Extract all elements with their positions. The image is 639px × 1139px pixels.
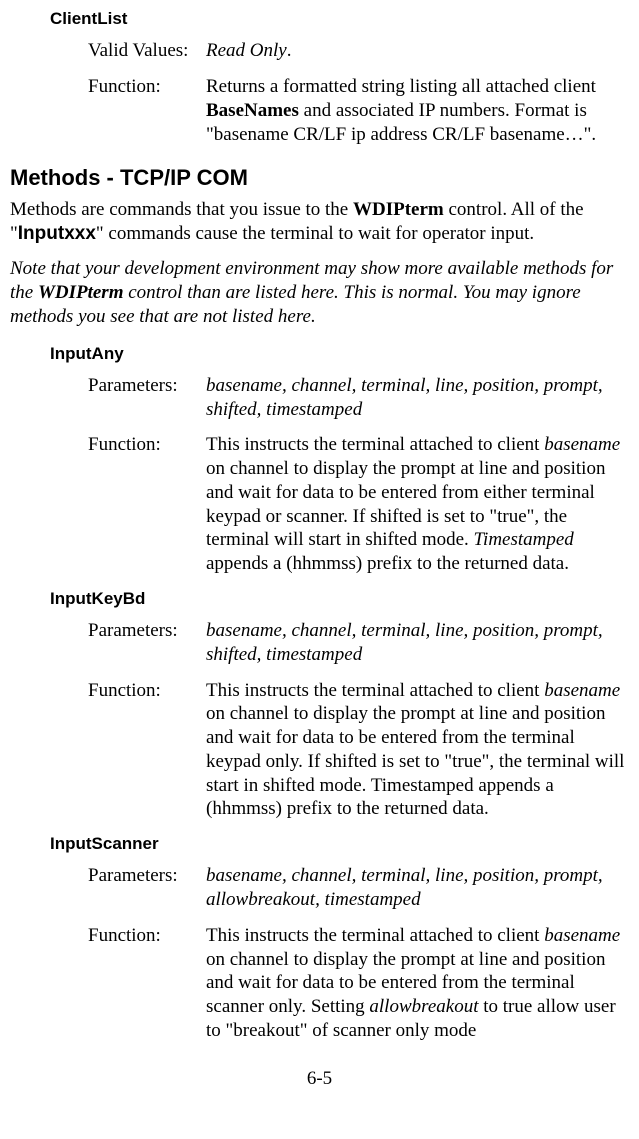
- clientlist-function-row: Function: Returns a formatted string lis…: [88, 75, 629, 146]
- inputkeybd-params-value: basename, channel, terminal, line, posit…: [206, 619, 629, 667]
- inputscanner-params-row: Parameters: basename, channel, terminal,…: [88, 864, 629, 912]
- methods-intro-inputxxx: Inputxxx: [18, 223, 96, 244]
- inputany-func-a: This instructs the terminal attached to …: [206, 434, 544, 455]
- inputkeybd-function-row: Function: This instructs the terminal at…: [88, 679, 629, 822]
- methods-intro-a: Methods are commands that you issue to t…: [10, 199, 353, 220]
- inputscanner-func-basename: basename: [544, 925, 620, 946]
- inputkeybd-title: InputKeyBd: [50, 588, 629, 609]
- inputany-params-value: basename, channel, terminal, line, posit…: [206, 374, 629, 422]
- inputscanner-function-text: This instructs the terminal attached to …: [206, 924, 629, 1043]
- inputany-func-timestamped: Timestamped: [474, 529, 574, 550]
- clientlist-func-basenames: BaseNames: [206, 100, 299, 121]
- inputkeybd-params-row: Parameters: basename, channel, terminal,…: [88, 619, 629, 667]
- parameters-label: Parameters:: [88, 374, 206, 422]
- inputscanner-function-row: Function: This instructs the terminal at…: [88, 924, 629, 1043]
- clientlist-title: ClientList: [50, 8, 629, 29]
- valid-values-text: Read Only.: [206, 39, 629, 63]
- methods-heading: Methods - TCP/IP COM: [10, 164, 629, 192]
- inputscanner-params-value: basename, channel, terminal, line, posit…: [206, 864, 629, 912]
- document-page: ClientList Valid Values: Read Only. Func…: [0, 0, 639, 1110]
- methods-intro-wdipterm: WDIPterm: [353, 199, 444, 220]
- inputscanner-title: InputScanner: [50, 833, 629, 854]
- valid-values-label: Valid Values:: [88, 39, 206, 63]
- clientlist-func-a: Returns a formatted string listing all a…: [206, 76, 596, 97]
- methods-note-wdipterm: WDIPterm: [38, 282, 124, 303]
- clientlist-function-text: Returns a formatted string listing all a…: [206, 75, 629, 146]
- parameters-label: Parameters:: [88, 619, 206, 667]
- page-number: 6-5: [10, 1067, 629, 1091]
- inputkeybd-func-basename: basename: [544, 680, 620, 701]
- inputany-function-text: This instructs the terminal attached to …: [206, 433, 629, 576]
- inputscanner-func-allowbreakout: allowbreakout: [369, 996, 478, 1017]
- function-label: Function:: [88, 679, 206, 822]
- function-label: Function:: [88, 75, 206, 146]
- inputany-func-e: appends a (hhmmss) prefix to the returne…: [206, 553, 569, 574]
- inputany-params-row: Parameters: basename, channel, terminal,…: [88, 374, 629, 422]
- methods-intro: Methods are commands that you issue to t…: [10, 198, 629, 246]
- valid-values-period: .: [287, 40, 292, 61]
- inputany-function-row: Function: This instructs the terminal at…: [88, 433, 629, 576]
- inputkeybd-function-text: This instructs the terminal attached to …: [206, 679, 629, 822]
- inputkeybd-func-a: This instructs the terminal attached to …: [206, 680, 544, 701]
- inputkeybd-func-c: on channel to display the prompt at line…: [206, 703, 624, 819]
- function-label: Function:: [88, 433, 206, 576]
- parameters-label: Parameters:: [88, 864, 206, 912]
- valid-values-readonly: Read Only: [206, 40, 287, 61]
- function-label: Function:: [88, 924, 206, 1043]
- inputany-func-basename: basename: [544, 434, 620, 455]
- methods-note: Note that your development environment m…: [10, 257, 629, 328]
- inputany-title: InputAny: [50, 343, 629, 364]
- clientlist-valid-row: Valid Values: Read Only.: [88, 39, 629, 63]
- inputscanner-func-a: This instructs the terminal attached to …: [206, 925, 544, 946]
- methods-intro-e: " commands cause the terminal to wait fo…: [96, 223, 534, 244]
